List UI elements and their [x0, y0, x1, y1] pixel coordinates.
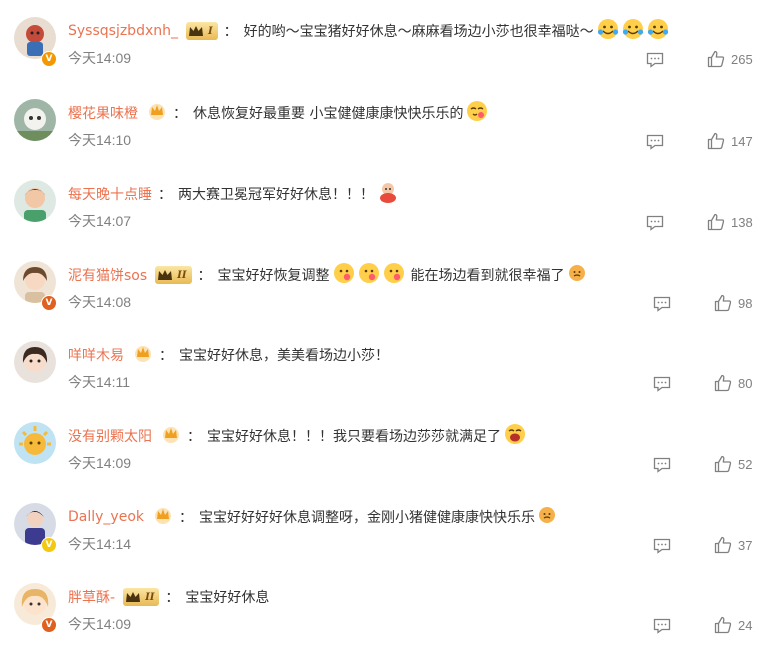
- emoji-icon: [622, 18, 644, 44]
- thumbs-up-icon: [714, 455, 732, 473]
- comment-item: 没有别颗太阳 ： 宝宝好好休息！！！我只要看场边莎莎就满足了 今天14:09 5…: [0, 405, 766, 485]
- like-button[interactable]: 80: [714, 374, 752, 392]
- comment-item: V Dally_yeok ： 宝宝好好好好休息调整呀，金刚小猪健健康康快快乐乐 …: [0, 486, 766, 566]
- emoji-icon: [383, 262, 405, 288]
- username[interactable]: 没有别颗太阳: [68, 426, 152, 446]
- comment-icon[interactable]: [646, 134, 664, 150]
- like-button[interactable]: 98: [714, 294, 752, 312]
- like-button[interactable]: 138: [707, 213, 753, 231]
- like-count: 37: [738, 537, 753, 553]
- thumbs-up-icon: [714, 616, 732, 634]
- comment-text: 两大赛卫冕冠军好好休息！！！: [178, 187, 374, 203]
- username[interactable]: Syssqsjzbdxnh_: [68, 23, 178, 39]
- emoji-icon: [538, 506, 556, 528]
- comment-item: V 泥有猫饼sos II ： 宝宝好好恢复调整 能在场边看到就很幸福了 今天14…: [0, 244, 766, 324]
- comment-time: 今天14:09: [68, 455, 132, 471]
- comment-time: 今天14:11: [68, 374, 130, 390]
- comment-text: 休息恢复好最重要 小宝健健康康快快乐乐的: [193, 106, 464, 122]
- level-crown-badge: II: [123, 588, 160, 606]
- comment-time: 今天14:09: [68, 616, 132, 632]
- emoji-icon: [333, 262, 355, 288]
- comment-icon[interactable]: [646, 52, 664, 68]
- comment-time: 今天14:14: [68, 536, 132, 552]
- thumbs-up-icon: [707, 50, 725, 68]
- avatar[interactable]: [14, 341, 56, 383]
- username[interactable]: 樱花果味橙: [68, 103, 138, 123]
- comment-time: 今天14:07: [68, 213, 132, 229]
- comment-text: 宝宝好好好好休息调整呀，金刚小猪健健康康快快乐乐: [199, 510, 535, 526]
- comment-item: V 胖草酥- II ： 宝宝好好休息 今天14:09 24: [0, 566, 766, 646]
- like-count: 138: [731, 214, 753, 230]
- thumbs-up-icon: [707, 213, 725, 231]
- like-count: 147: [731, 133, 753, 149]
- verified-badge: V: [41, 295, 57, 311]
- like-button[interactable]: 265: [707, 50, 753, 68]
- like-count: 265: [731, 51, 753, 67]
- comment-text: 宝宝好好恢复调整: [217, 268, 330, 284]
- like-count: 52: [738, 456, 753, 472]
- emoji-icon: [647, 18, 669, 44]
- username[interactable]: 每天晚十点睡: [68, 184, 152, 204]
- fan-crown-icon: [133, 344, 153, 366]
- emoji-icon: [358, 262, 380, 288]
- comment-time: 今天14:08: [68, 294, 132, 310]
- like-count: 98: [738, 295, 753, 311]
- comment-text: 宝宝好好休息，美美看场边小莎！: [179, 348, 389, 364]
- emoji-icon: [466, 100, 488, 126]
- username[interactable]: Dally_yeok: [68, 509, 144, 525]
- comment-time: 今天14:09: [68, 50, 132, 66]
- level-crown-badge: II: [155, 266, 192, 284]
- verified-badge: V: [41, 51, 57, 67]
- like-button[interactable]: 52: [714, 455, 752, 473]
- verified-badge: V: [41, 537, 57, 553]
- avatar[interactable]: [14, 180, 56, 222]
- comment-item: 咩咩木易 ： 宝宝好好休息，美美看场边小莎！ 今天14:11 80: [0, 324, 766, 404]
- fan-crown-icon: [153, 506, 173, 528]
- emoji-icon: [597, 18, 619, 44]
- fan-crown-icon: [147, 102, 167, 124]
- comment-icon[interactable]: [653, 296, 671, 312]
- username[interactable]: 泥有猫饼sos: [68, 265, 147, 285]
- thumbs-up-icon: [714, 294, 732, 312]
- like-button[interactable]: 37: [714, 536, 752, 554]
- avatar[interactable]: [14, 422, 56, 464]
- comment-icon[interactable]: [653, 538, 671, 554]
- username[interactable]: 胖草酥-: [68, 587, 115, 607]
- comment-text: 宝宝好好休息: [185, 590, 270, 606]
- like-count: 24: [738, 617, 753, 633]
- comment-icon[interactable]: [653, 457, 671, 473]
- comment-item: V Syssqsjzbdxnh_ I ： 好的哟～宝宝猪好好休息～麻麻看场边小莎…: [0, 0, 766, 80]
- thumbs-up-icon: [707, 132, 725, 150]
- emoji-icon: [377, 181, 399, 207]
- emoji-icon: [568, 264, 586, 286]
- avatar[interactable]: [14, 99, 56, 141]
- comment-item: 每天晚十点睡 ： 两大赛卫冕冠军好好休息！！！ 今天14:07 138: [0, 163, 766, 243]
- like-count: 80: [738, 375, 753, 391]
- thumbs-up-icon: [714, 374, 732, 392]
- thumbs-up-icon: [714, 536, 732, 554]
- like-button[interactable]: 147: [707, 132, 753, 150]
- comment-icon[interactable]: [646, 215, 664, 231]
- comment-icon[interactable]: [653, 376, 671, 392]
- comment-icon[interactable]: [653, 618, 671, 634]
- emoji-icon: [504, 423, 526, 449]
- comment-item: 樱花果味橙 ： 休息恢复好最重要 小宝健健康康快快乐乐的 今天14:10 147: [0, 82, 766, 162]
- fan-crown-icon: [161, 425, 181, 447]
- verified-badge: V: [41, 617, 57, 633]
- comment-text: 能在场边看到就很幸福了: [410, 268, 565, 284]
- comment-time: 今天14:10: [68, 132, 132, 148]
- comment-text: 好的哟～宝宝猪好好休息～麻麻看场边小莎也很幸福哒～: [243, 24, 594, 40]
- like-button[interactable]: 24: [714, 616, 752, 634]
- level-crown-badge: I: [185, 22, 218, 40]
- comment-text: 宝宝好好休息！！！我只要看场边莎莎就满足了: [207, 429, 501, 445]
- username[interactable]: 咩咩木易: [68, 345, 124, 365]
